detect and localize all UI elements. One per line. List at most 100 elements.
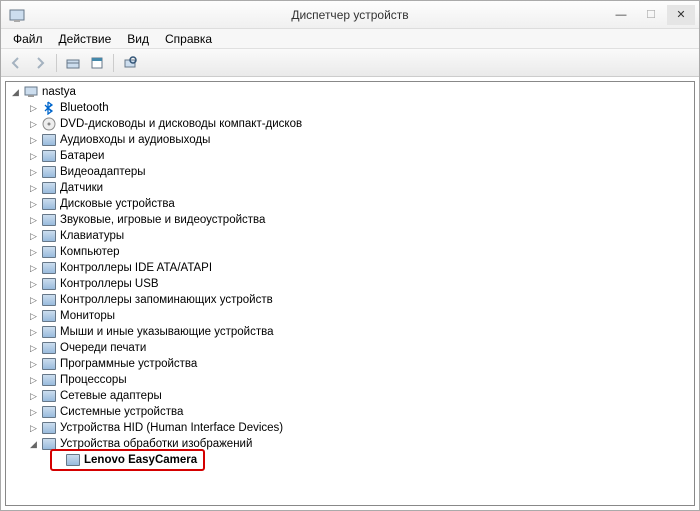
node-label: Контроллеры IDE ATA/ATAPI (60, 260, 212, 276)
computer-icon (23, 84, 39, 100)
toolbar-separator (56, 54, 57, 72)
usb-icon (41, 276, 57, 292)
tree-node[interactable]: ▷ Звуковые, игровые и видеоустройства (8, 212, 692, 228)
child-label: Lenovo EasyCamera (84, 452, 197, 468)
expand-icon[interactable]: ▷ (28, 183, 39, 194)
bluetooth-icon (41, 100, 57, 116)
expand-icon[interactable]: ▷ (28, 423, 39, 434)
tree-node[interactable]: ▷ Мыши и иные указывающие устройства (8, 324, 692, 340)
window-title: Диспетчер устройств (291, 8, 408, 22)
tree-node[interactable]: ▷ Контроллеры USB (8, 276, 692, 292)
audio-icon (41, 132, 57, 148)
expand-icon[interactable]: ▷ (28, 135, 39, 146)
software-icon (41, 356, 57, 372)
node-label: Программные устройства (60, 356, 197, 372)
expand-icon[interactable]: ▷ (28, 343, 39, 354)
expand-icon[interactable]: ▷ (28, 375, 39, 386)
menu-view[interactable]: Вид (119, 30, 157, 48)
tree-node[interactable]: ▷ DVD-дисководы и дисководы компакт-диско… (8, 116, 692, 132)
tree-node[interactable]: ▷ Сетевые адаптеры (8, 388, 692, 404)
forward-button (29, 52, 51, 74)
hid-icon (41, 420, 57, 436)
tree-node[interactable]: ▷ Мониторы (8, 308, 692, 324)
tree-node[interactable]: ▷Видеоадаптеры (8, 164, 692, 180)
storage-icon (41, 292, 57, 308)
tree-root[interactable]: ◢nastya (8, 84, 692, 100)
node-label: Звуковые, игровые и видеоустройства (60, 212, 265, 228)
tree-node[interactable]: ▷ Очереди печати (8, 340, 692, 356)
expand-icon[interactable]: ▷ (28, 199, 39, 210)
node-label: Контроллеры запоминающих устройств (60, 292, 273, 308)
tree-node[interactable]: ▷ Программные устройства (8, 356, 692, 372)
expand-icon[interactable]: ▷ (28, 151, 39, 162)
properties-button[interactable] (86, 52, 108, 74)
expand-icon[interactable]: ▷ (28, 407, 39, 418)
mouse-icon (41, 324, 57, 340)
node-label: Очереди печати (60, 340, 146, 356)
node-label: Сетевые адаптеры (60, 388, 162, 404)
tree-node[interactable]: ▷ Клавиатуры (8, 228, 692, 244)
node-label: Мониторы (60, 308, 115, 324)
expand-icon[interactable]: ▷ (28, 327, 39, 338)
expand-icon[interactable]: ▷ (28, 311, 39, 322)
device-tree[interactable]: ◢nastya ▷ Bluetooth ▷ DVD-дисководы и дисков… (5, 81, 695, 506)
tree-child-node[interactable]: ▷Lenovo EasyCamera (8, 452, 692, 468)
tree-node[interactable]: ▷Устройства HID (Human Interface Devices… (8, 420, 692, 436)
tree-node[interactable]: ▷Аудиовходы и аудиовыходы (8, 132, 692, 148)
collapse-icon[interactable]: ◢ (10, 87, 21, 98)
node-label: Мыши и иные указывающие устройства (60, 324, 274, 340)
expand-icon[interactable]: ▷ (28, 215, 39, 226)
content-area: ◢nastya ▷ Bluetooth ▷ DVD-дисководы и дисков… (1, 77, 699, 510)
highlighted-item: ▷Lenovo EasyCamera (50, 449, 205, 471)
camera-icon (65, 452, 81, 468)
maximize-button[interactable]: ☐ (637, 5, 665, 25)
monitor-icon (41, 308, 57, 324)
toolbar (1, 49, 699, 77)
tree-node[interactable]: ▷ Контроллеры запоминающих устройств (8, 292, 692, 308)
titlebar: Диспетчер устройств — ☐ ✕ (1, 1, 699, 29)
scan-hardware-button[interactable] (119, 52, 141, 74)
expand-icon[interactable]: ▷ (28, 279, 39, 290)
toolbar-separator (113, 54, 114, 72)
close-button[interactable]: ✕ (667, 5, 695, 25)
disc-icon (41, 116, 57, 132)
computer-icon (41, 244, 57, 260)
collapse-icon[interactable]: ◢ (28, 439, 39, 450)
tree-node[interactable]: ▷ Контроллеры IDE ATA/ATAPI (8, 260, 692, 276)
tree-node[interactable]: ▷Дисковые устройства (8, 196, 692, 212)
expand-icon[interactable]: ▷ (28, 103, 39, 114)
expand-icon[interactable]: ▷ (28, 295, 39, 306)
ide-icon (41, 260, 57, 276)
expand-icon[interactable]: ▷ (28, 359, 39, 370)
expand-icon[interactable]: ▷ (28, 167, 39, 178)
device-manager-window: Диспетчер устройств — ☐ ✕ Файл Действие … (0, 0, 700, 511)
menubar: Файл Действие Вид Справка (1, 29, 699, 49)
expand-icon[interactable]: ▷ (28, 119, 39, 130)
expand-icon[interactable]: ▷ (28, 247, 39, 258)
tree-node[interactable]: ▷ Bluetooth (8, 100, 692, 116)
expand-icon[interactable]: ▷ (28, 263, 39, 274)
expand-icon[interactable]: ▷ (28, 391, 39, 402)
node-label: Компьютер (60, 244, 120, 260)
menu-file[interactable]: Файл (5, 30, 51, 48)
node-label: Контроллеры USB (60, 276, 159, 292)
node-label: Датчики (60, 180, 103, 196)
minimize-button[interactable]: — (607, 5, 635, 25)
back-button (5, 52, 27, 74)
node-label: Процессоры (60, 372, 127, 388)
tree-node[interactable]: ▷Системные устройства (8, 404, 692, 420)
app-icon (9, 7, 25, 23)
node-label: Батареи (60, 148, 104, 164)
tree-node[interactable]: ▷ Батареи (8, 148, 692, 164)
node-label: Клавиатуры (60, 228, 124, 244)
node-label: Bluetooth (60, 100, 109, 116)
menu-help[interactable]: Справка (157, 30, 220, 48)
tree-node[interactable]: ▷ Процессоры (8, 372, 692, 388)
battery-icon (41, 148, 57, 164)
tree-node[interactable]: ▷ Датчики (8, 180, 692, 196)
node-label: DVD-дисководы и дисководы компакт-дисков (60, 116, 302, 132)
menu-action[interactable]: Действие (51, 30, 120, 48)
expand-icon[interactable]: ▷ (28, 231, 39, 242)
tree-node[interactable]: ▷ Компьютер (8, 244, 692, 260)
show-hidden-button[interactable] (62, 52, 84, 74)
